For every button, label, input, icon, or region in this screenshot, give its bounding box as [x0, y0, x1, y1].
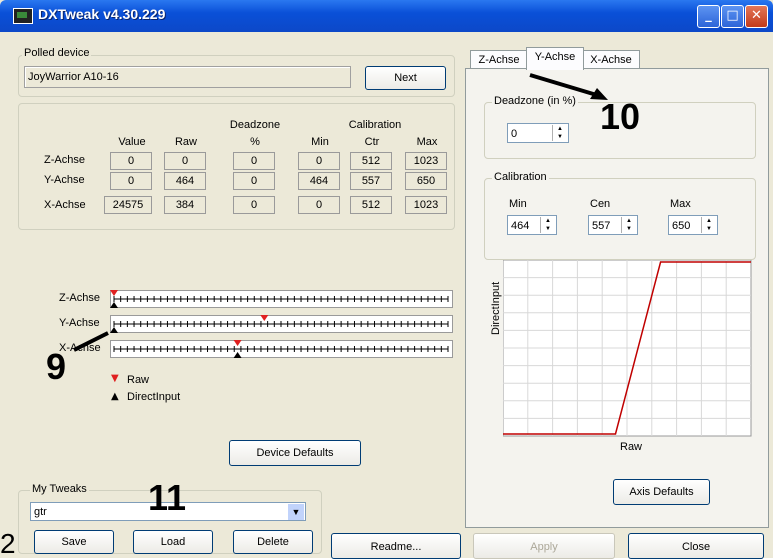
- annotation-arrow-10: [529, 73, 601, 98]
- app-window: DXTweak v4.30.229 _ □ ✕ Polled device Jo…: [0, 0, 773, 559]
- annotation-arrow-9: [73, 331, 109, 352]
- tab-y-achse[interactable]: Y-Achse: [526, 47, 584, 70]
- annotation-arrows: [73, 73, 608, 352]
